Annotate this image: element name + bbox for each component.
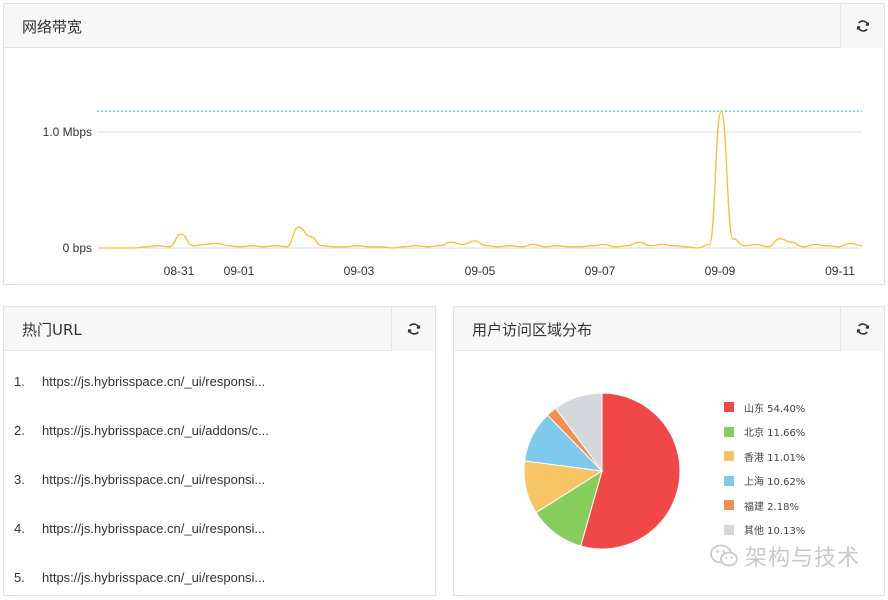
x-tick-label: 08-31: [164, 264, 195, 278]
watermark-text: 架构与技术: [744, 546, 860, 571]
url-link[interactable]: https://js.hybrisspace.cn/_ui/responsi..…: [42, 374, 265, 389]
panel-title: 用户访问区域分布: [472, 321, 593, 339]
panel-title: 热门URL: [22, 321, 82, 339]
url-link[interactable]: https://js.hybrisspace.cn/_ui/responsi..…: [42, 521, 265, 536]
refresh-button[interactable]: [391, 307, 435, 351]
hot-url-panel: 热门URL 1. https://js.hybrisspace.cn/_ui/r…: [3, 306, 436, 596]
legend-label: 北京 11.66%: [744, 428, 806, 440]
legend-label: 香港 11.01%: [744, 452, 806, 464]
x-axis-ticks: 08-31 09-01 09-03 09-05 09-07 09-09 09-1…: [164, 264, 856, 278]
refresh-button[interactable]: [840, 307, 884, 351]
x-tick-label: 09-09: [705, 264, 736, 278]
legend-item: 上海 10.62%: [724, 469, 805, 494]
url-rank: 5.: [14, 570, 25, 585]
url-link[interactable]: https://js.hybrisspace.cn/_ui/responsi..…: [42, 472, 265, 487]
legend-swatch: [724, 451, 734, 462]
pie-legend: 山东 54.40% 北京 11.66% 香港 11.01% 上海 10.62% …: [724, 395, 805, 542]
url-link[interactable]: https://js.hybrisspace.cn/_ui/responsi..…: [42, 570, 265, 585]
panel-header: 用户访问区域分布: [454, 307, 884, 351]
url-rank: 1.: [14, 374, 25, 389]
legend-label: 山东 54.40%: [744, 403, 806, 415]
url-link[interactable]: https://js.hybrisspace.cn/_ui/addons/c..…: [42, 423, 269, 438]
legend-item: 山东 54.40%: [724, 395, 805, 420]
panel-title: 网络带宽: [22, 18, 83, 36]
url-list-item[interactable]: 2. https://js.hybrisspace.cn/_ui/addons/…: [4, 406, 435, 455]
legend-label: 其他 10.13%: [744, 526, 806, 538]
url-list-item[interactable]: 5. https://js.hybrisspace.cn/_ui/respons…: [4, 553, 435, 600]
legend-label: 上海 10.62%: [744, 477, 806, 489]
refresh-icon: [407, 323, 420, 335]
bandwidth-panel: 网络带宽 1.0 Mbps 0 bps 08-31 09-01 09-03 09…: [3, 3, 885, 285]
url-rank: 3.: [14, 472, 25, 487]
panel-header: 热门URL: [4, 307, 435, 351]
panel-header: 网络带宽: [4, 4, 884, 48]
legend-swatch: [724, 475, 734, 486]
x-tick-label: 09-03: [344, 264, 375, 278]
legend-swatch: [724, 500, 734, 511]
wechat-icon: [710, 544, 738, 567]
url-list-item[interactable]: 1. https://js.hybrisspace.cn/_ui/respons…: [4, 357, 435, 406]
bandwidth-chart: 1.0 Mbps 0 bps 08-31 09-01 09-03 09-05 0…: [43, 110, 863, 278]
x-tick-label: 09-05: [465, 264, 496, 278]
legend-item: 其他 10.13%: [724, 518, 805, 543]
refresh-button[interactable]: [840, 4, 884, 48]
watermark: 架构与技术: [709, 540, 860, 572]
refresh-icon: [856, 20, 869, 32]
x-tick-label: 09-07: [585, 264, 616, 278]
url-list-item[interactable]: 3. https://js.hybrisspace.cn/_ui/respons…: [4, 455, 435, 504]
legend-item: 香港 11.01%: [724, 444, 805, 469]
geo-pie-chart: [523, 392, 681, 550]
x-tick-label: 09-01: [224, 264, 255, 278]
legend-swatch: [724, 402, 734, 413]
y-tick-label: 0 bps: [63, 241, 92, 255]
legend-item: 北京 11.66%: [724, 420, 805, 445]
url-list: 1. https://js.hybrisspace.cn/_ui/respons…: [4, 351, 435, 600]
url-list-item[interactable]: 4. https://js.hybrisspace.cn/_ui/respons…: [4, 504, 435, 553]
y-tick-label: 1.0 Mbps: [43, 125, 92, 139]
legend-label: 福建 2.18%: [744, 501, 799, 513]
x-tick-label: 09-11: [825, 264, 855, 278]
refresh-icon: [856, 323, 869, 335]
legend-item: 福建 2.18%: [724, 493, 805, 518]
url-rank: 4.: [14, 521, 25, 536]
legend-swatch: [724, 524, 734, 535]
legend-swatch: [724, 426, 734, 437]
url-rank: 2.: [14, 423, 25, 438]
